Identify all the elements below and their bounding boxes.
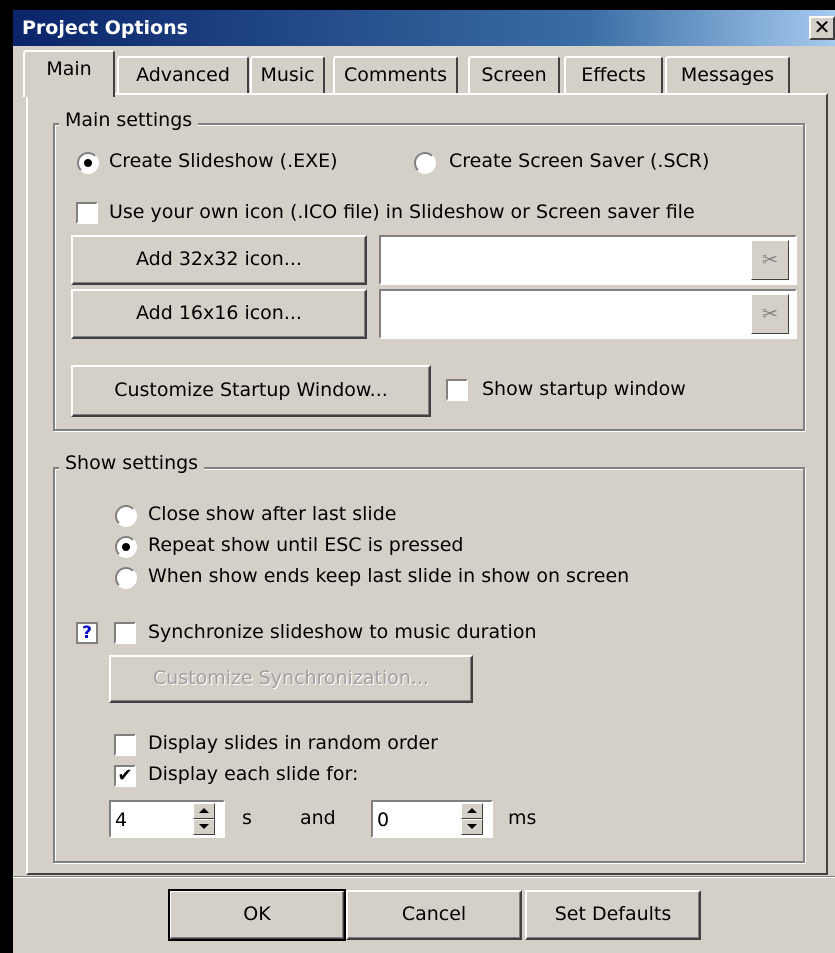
clear-32-icon-button[interactable]: ✂	[751, 240, 789, 280]
add-32-icon-button[interactable]: Add 32x32 icon...	[71, 235, 367, 285]
keep-last-slide-label[interactable]: When show ends keep last slide in show o…	[148, 565, 629, 587]
and-label: and	[300, 807, 336, 829]
sync-music-label[interactable]: Synchronize slideshow to music duration	[148, 621, 537, 643]
cancel-button[interactable]: Cancel	[346, 890, 522, 940]
tab-screen[interactable]: Screen	[468, 56, 560, 94]
seconds-unit: s	[242, 807, 252, 829]
show-startup-label[interactable]: Show startup window	[482, 378, 686, 400]
milliseconds-input[interactable]: 0	[371, 800, 493, 838]
repeat-show-radio[interactable]	[115, 536, 137, 558]
arrow-down-icon	[199, 824, 209, 829]
seconds-down-button[interactable]	[193, 819, 215, 835]
create-screensaver-label[interactable]: Create Screen Saver (.SCR)	[449, 150, 709, 172]
repeat-show-label[interactable]: Repeat show until ESC is pressed	[148, 534, 463, 556]
customize-sync-button: Customize Synchronization...	[109, 655, 473, 703]
random-order-label[interactable]: Display slides in random order	[148, 732, 438, 754]
show-startup-checkbox[interactable]	[446, 379, 468, 401]
window-title: Project Options	[22, 17, 188, 39]
close-after-last-label[interactable]: Close show after last slide	[148, 503, 396, 525]
add-16-icon-button[interactable]: Add 16x16 icon...	[71, 289, 367, 339]
random-order-checkbox[interactable]	[114, 734, 136, 756]
sync-music-checkbox[interactable]	[114, 622, 136, 644]
own-icon-checkbox[interactable]	[76, 202, 98, 224]
create-slideshow-label[interactable]: Create Slideshow (.EXE)	[109, 150, 338, 172]
clear-16-icon-button[interactable]: ✂	[751, 294, 789, 334]
seconds-up-button[interactable]	[193, 803, 215, 819]
icon-16-path-field[interactable]: ✂	[379, 289, 797, 339]
arrow-up-icon	[467, 808, 477, 813]
title-bar: Project Options ✕	[13, 10, 835, 46]
keep-last-slide-radio[interactable]	[115, 567, 137, 589]
set-defaults-button[interactable]: Set Defaults	[525, 890, 701, 940]
create-screensaver-radio[interactable]	[414, 152, 436, 174]
display-each-checkbox[interactable]: ✔	[114, 765, 136, 787]
tab-main[interactable]: Main	[23, 50, 115, 97]
own-icon-label[interactable]: Use your own icon (.ICO file) in Slidesh…	[109, 201, 695, 223]
close-icon: ✕	[813, 15, 831, 39]
ms-down-button[interactable]	[461, 819, 483, 835]
show-settings-legend: Show settings	[59, 452, 205, 474]
tab-effects[interactable]: Effects	[564, 56, 663, 94]
ms-unit: ms	[508, 807, 537, 829]
project-options-dialog: Project Options ✕ Main Advanced Music Co…	[13, 10, 835, 953]
seconds-input[interactable]: 4	[109, 800, 225, 838]
scissors-icon: ✂	[762, 303, 778, 325]
create-slideshow-radio[interactable]	[77, 152, 99, 174]
check-icon: ✔	[117, 765, 133, 786]
footer-separator	[13, 876, 835, 878]
tab-panel-main: Main settings Create Slideshow (.EXE) Cr…	[26, 93, 828, 875]
ok-button[interactable]: OK	[168, 889, 346, 941]
ms-up-button[interactable]	[461, 803, 483, 819]
arrow-up-icon	[199, 808, 209, 813]
display-each-label[interactable]: Display each slide for:	[148, 763, 358, 785]
tab-music[interactable]: Music	[250, 56, 325, 94]
arrow-down-icon	[467, 824, 477, 829]
icon-32-path-field[interactable]: ✂	[379, 235, 797, 285]
customize-startup-button[interactable]: Customize Startup Window...	[71, 365, 431, 417]
close-after-last-radio[interactable]	[115, 505, 137, 527]
scissors-icon: ✂	[762, 249, 778, 271]
tab-advanced[interactable]: Advanced	[117, 56, 249, 94]
help-icon[interactable]: ?	[76, 622, 98, 644]
tab-messages[interactable]: Messages	[665, 56, 790, 94]
close-button[interactable]: ✕	[809, 16, 835, 40]
main-settings-legend: Main settings	[59, 109, 199, 131]
tab-comments[interactable]: Comments	[333, 56, 458, 94]
